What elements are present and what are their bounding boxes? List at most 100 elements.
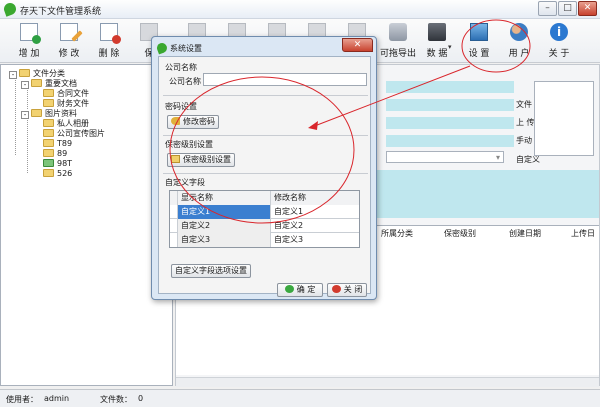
maximize-button[interactable]: □	[558, 1, 577, 16]
company-name-input[interactable]	[203, 73, 367, 86]
data-dropdown-arrow-icon[interactable]: ▾	[448, 43, 452, 51]
tree-node-root[interactable]: - 文件分类	[9, 69, 65, 79]
about-button[interactable]: i 关 于	[542, 21, 576, 61]
data-icon	[428, 23, 446, 41]
export-label: 可拖导出	[379, 49, 416, 59]
collapse-icon[interactable]: -	[21, 81, 29, 89]
status-user: admin	[44, 394, 70, 403]
label-file: 文件	[516, 100, 532, 109]
close-dialog-button[interactable]: 关 闭	[327, 283, 367, 297]
dialog-body: 公司名称 公司名称 密码设置 修改密码 保密级别设置 保密级别设置 自定义字段 …	[158, 56, 371, 297]
ok-button[interactable]: 确 定	[277, 283, 323, 297]
tree-node-album[interactable]: 私人相册	[43, 119, 89, 129]
horizontal-scrollbar[interactable]	[176, 377, 599, 387]
tree-node-images[interactable]: - 图片资料	[21, 109, 77, 119]
folder-icon	[43, 139, 54, 147]
close-button[interactable]: ✕	[578, 1, 597, 16]
thumbnail-box	[534, 81, 594, 156]
table-header-row: 显示名称 修改名称	[170, 191, 359, 205]
category-tree[interactable]: - 文件分类 - 重要文档 合同文件 财务文件 - 图片资料 私人相册 公司宣传图片 …	[0, 64, 173, 386]
delete-button[interactable]: 删 除	[92, 21, 126, 61]
edit-button[interactable]: 修 改	[52, 21, 86, 61]
tree-node-526[interactable]: 526	[43, 169, 72, 179]
field-dropdown[interactable]	[386, 151, 504, 163]
table-row[interactable]: 自定义2 自定义2	[170, 219, 359, 233]
security-level-button[interactable]: 保密级别设置	[167, 153, 235, 167]
table-row[interactable]: 自定义3 自定义3	[170, 233, 359, 247]
custom-section-title: 自定义字段	[165, 178, 205, 187]
settings-button[interactable]: 设 置	[462, 21, 496, 61]
field-bar[interactable]	[386, 99, 514, 111]
user-button[interactable]: 用 户	[502, 21, 536, 61]
title-bar: 存天下文件管理系统 – □ ✕	[0, 0, 600, 19]
field-bar[interactable]	[386, 81, 514, 93]
custom-field-table[interactable]: 显示名称 修改名称 自定义1 自定义1 自定义2 自定义2 自定义3 自定义3	[169, 190, 360, 248]
settings-icon	[470, 23, 488, 41]
folder-icon	[43, 159, 54, 167]
folder-icon	[43, 149, 54, 157]
field-bar[interactable]	[386, 135, 514, 147]
status-count: 0	[138, 394, 144, 403]
tree-node-finance[interactable]: 财务文件	[43, 99, 89, 109]
folder-icon	[19, 69, 30, 77]
field-bar[interactable]	[386, 117, 514, 129]
status-user-label: 使用者：	[6, 395, 38, 404]
app-logo-icon	[2, 1, 18, 17]
export-button[interactable]: 可拖导出	[378, 21, 418, 61]
minimize-button[interactable]: –	[538, 1, 557, 16]
user-label: 用 户	[508, 49, 530, 59]
collapse-icon[interactable]: -	[9, 71, 17, 79]
export-icon	[389, 23, 407, 41]
password-section-title: 密码设置	[165, 102, 197, 111]
status-count-label: 文件数：	[100, 395, 132, 404]
about-label: 关 于	[548, 49, 570, 59]
user-icon	[510, 23, 528, 41]
status-bar: 使用者： admin 文件数： 0	[0, 389, 600, 407]
custom-options-button[interactable]: 自定义字段选项设置	[171, 264, 251, 278]
header-display-name: 显示名称	[178, 191, 271, 205]
folder-icon	[171, 155, 180, 163]
key-icon	[171, 117, 180, 125]
column-category[interactable]: 所属分类	[381, 228, 413, 239]
folder-icon	[31, 79, 42, 87]
folder-icon	[31, 109, 42, 117]
add-button[interactable]: 增 加	[12, 21, 46, 61]
add-document-icon	[20, 23, 41, 44]
tree-node-98t[interactable]: 98T	[43, 159, 72, 169]
about-icon: i	[550, 23, 568, 41]
dialog-logo-icon	[155, 41, 169, 55]
table-row[interactable]: 自定义1 自定义1	[170, 205, 359, 219]
delete-label: 删 除	[98, 49, 120, 59]
check-icon	[284, 285, 294, 293]
window-title: 存天下文件管理系统	[20, 7, 102, 17]
folder-icon	[43, 169, 54, 177]
tree-node-contracts[interactable]: 合同文件	[43, 89, 89, 99]
column-security[interactable]: 保密级别	[444, 228, 476, 239]
tree-node-t89[interactable]: T89	[43, 139, 72, 149]
close-icon	[331, 285, 341, 293]
folder-icon	[43, 89, 54, 97]
folder-icon	[43, 129, 54, 137]
settings-dialog: 系统设置 ✕ 公司名称 公司名称 密码设置 修改密码 保密级别设置 保密级别设置…	[151, 36, 377, 300]
folder-icon	[43, 99, 54, 107]
security-section-title: 保密级别设置	[165, 140, 213, 149]
dialog-close-button[interactable]: ✕	[342, 38, 373, 52]
company-name-label: 公司名称	[169, 77, 201, 86]
header-edit-name: 修改名称	[271, 191, 359, 205]
chevron-down-icon[interactable]: ▾	[496, 153, 500, 162]
edit-label: 修 改	[58, 49, 80, 59]
company-section-title: 公司名称	[165, 63, 197, 72]
change-password-button[interactable]: 修改密码	[167, 115, 219, 129]
collapse-icon[interactable]: -	[21, 111, 29, 119]
edit-document-icon	[60, 23, 78, 41]
tree-node-promo[interactable]: 公司宣传图片	[43, 129, 105, 139]
column-upload[interactable]: 上传日	[571, 228, 595, 239]
settings-label: 设 置	[468, 49, 490, 59]
column-created[interactable]: 创建日期	[509, 228, 541, 239]
tree-node-89[interactable]: 89	[43, 149, 67, 159]
tree-node-important-docs[interactable]: - 重要文档	[21, 79, 77, 89]
data-button[interactable]: 数 据	[420, 21, 454, 61]
folder-icon	[43, 119, 54, 127]
dialog-title: 系统设置	[170, 44, 202, 53]
label-manual: 手动	[516, 136, 532, 145]
